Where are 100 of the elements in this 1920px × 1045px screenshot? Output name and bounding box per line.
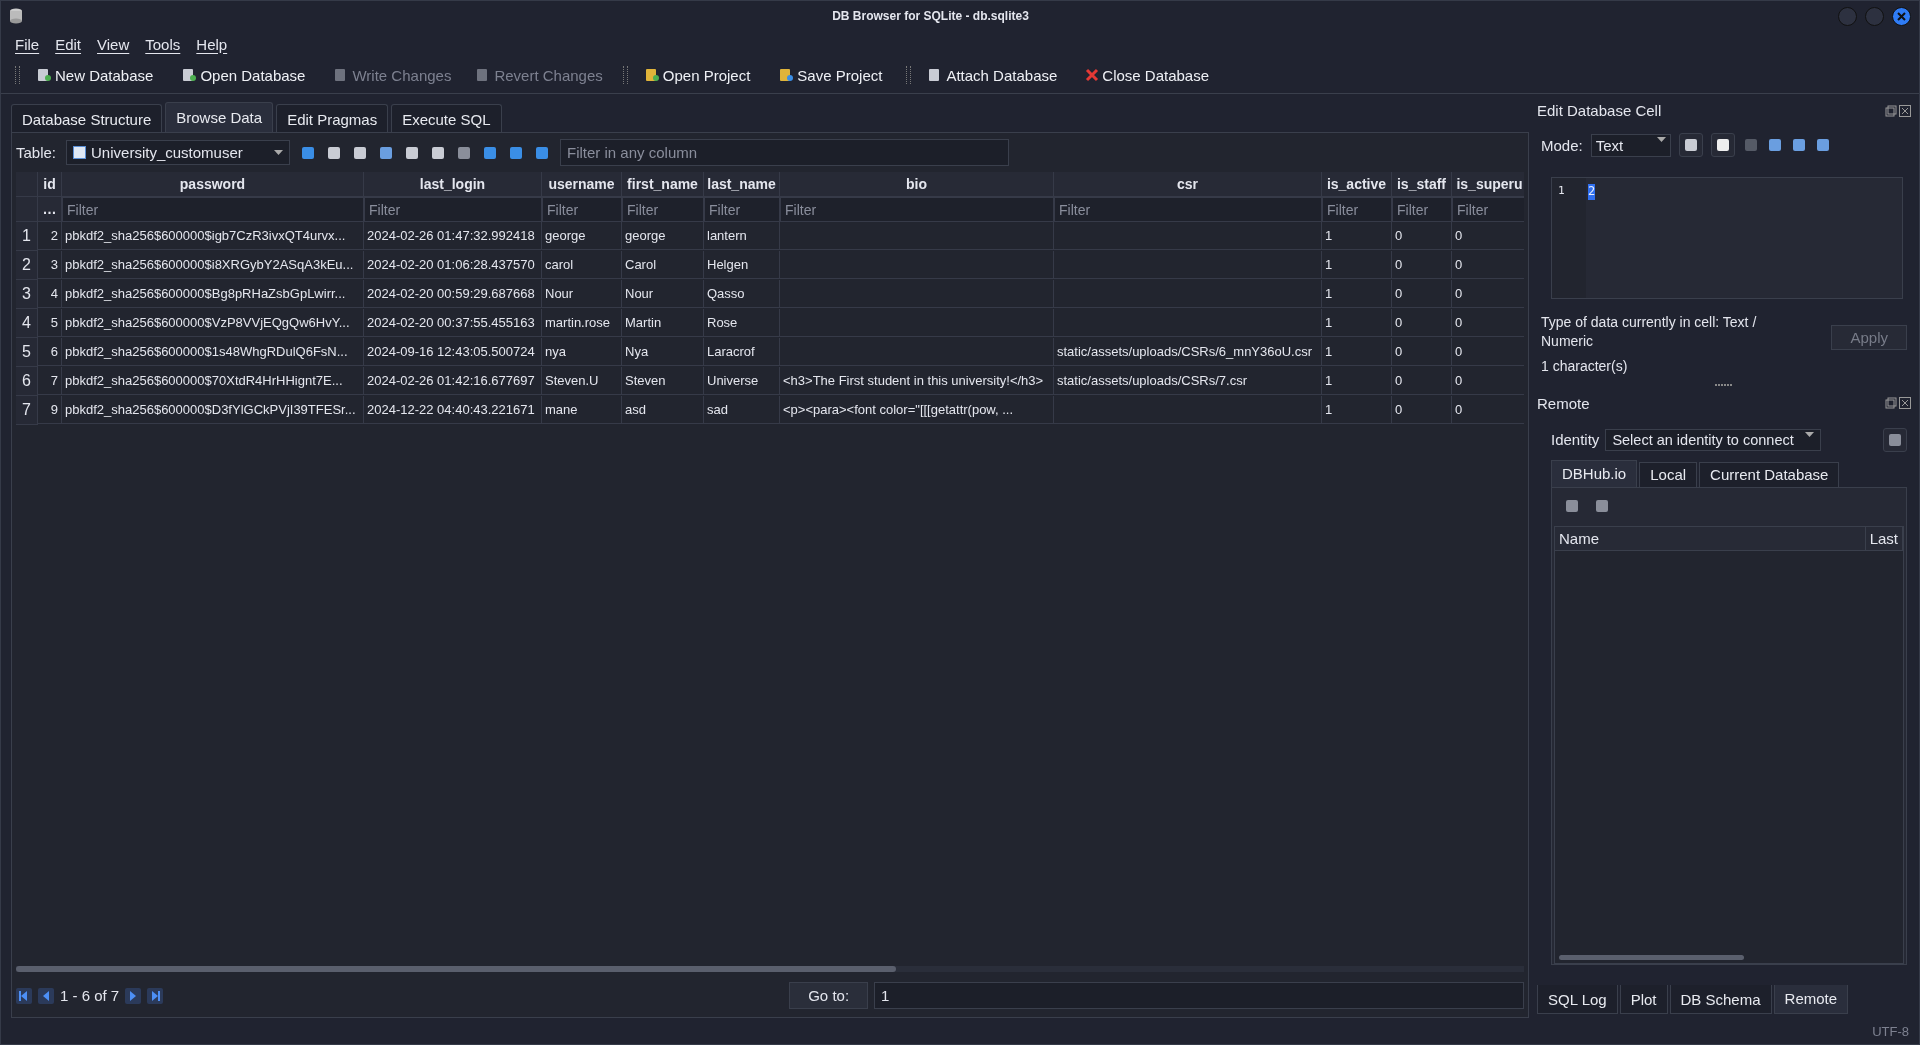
column-header[interactable]: is_superu bbox=[1452, 172, 1524, 197]
previous-page-button[interactable] bbox=[38, 987, 54, 1004]
mode-select[interactable]: Text bbox=[1590, 133, 1671, 157]
table-cell: martin.rose bbox=[542, 309, 622, 337]
table-cell: 0 bbox=[1452, 396, 1524, 424]
toolbar-button[interactable]: New Database bbox=[28, 63, 162, 87]
column-header[interactable]: username bbox=[542, 172, 622, 197]
window-title: DB Browser for SQLite - db.sqlite3 bbox=[831, 9, 1030, 23]
toolbar-button[interactable]: Open Database bbox=[173, 63, 314, 87]
toolbar-button[interactable]: Attach Database bbox=[919, 63, 1066, 87]
table-cell: 1 bbox=[1322, 251, 1392, 279]
toolbar-button[interactable]: Open Project bbox=[635, 63, 759, 87]
close-button[interactable] bbox=[1892, 6, 1911, 26]
menu-item[interactable]: Tools bbox=[139, 35, 187, 53]
table-cell: pbkdf2_sha256$600000$70XtdR4HrHHignt7E... bbox=[62, 367, 364, 395]
splitter-handle-icon[interactable] bbox=[1715, 383, 1733, 387]
menu-item[interactable]: File bbox=[9, 35, 46, 53]
table-cell: static/assets/uploads/CSRs/7.csr bbox=[1054, 367, 1322, 395]
table-select[interactable]: University_customuser bbox=[66, 140, 291, 165]
tab[interactable]: SQL Log bbox=[1537, 985, 1618, 1014]
column-filter-field[interactable]: Filter bbox=[1452, 197, 1524, 222]
selected-text: 2 bbox=[1588, 184, 1596, 200]
first-page-button[interactable] bbox=[16, 987, 32, 1004]
column-filter-field[interactable]: Filter bbox=[622, 197, 704, 222]
tab[interactable]: Edit Pragmas bbox=[276, 104, 389, 132]
id-filter[interactable]: … bbox=[38, 197, 62, 222]
table-cell: Carol bbox=[622, 251, 704, 279]
table-cell: 2024-02-20 01:06:28.437570 bbox=[364, 251, 542, 279]
column-header[interactable]: last_login bbox=[364, 172, 542, 197]
tab[interactable]: Local bbox=[1639, 461, 1698, 487]
tab[interactable]: Current Database bbox=[1699, 461, 1840, 487]
last-page-button[interactable] bbox=[147, 987, 164, 1004]
table-icon bbox=[73, 146, 87, 159]
column-filter-field[interactable]: Filter bbox=[542, 197, 622, 222]
tab[interactable]: Execute SQL bbox=[391, 104, 502, 132]
go-to-field[interactable]: 1 bbox=[874, 982, 1524, 1009]
toolbar-button[interactable]: Save Project bbox=[770, 63, 891, 87]
column-header[interactable]: Last bbox=[1865, 526, 1903, 551]
row-number[interactable]: 7 bbox=[16, 396, 38, 425]
table-cell: 5 bbox=[38, 309, 62, 337]
character-count: 1 character(s) bbox=[1541, 356, 1629, 376]
column-filter-field[interactable]: Filter bbox=[780, 197, 1054, 222]
table-cell: pbkdf2_sha256$600000$1s48WhgRDulQ6FsN... bbox=[62, 338, 364, 366]
column-header[interactable]: last_name bbox=[704, 172, 780, 197]
column-header[interactable]: password bbox=[62, 172, 364, 197]
page-range: 1 - 6 of 7 bbox=[60, 987, 120, 1004]
identity-label: Identity bbox=[1551, 431, 1600, 449]
row-number[interactable]: 6 bbox=[16, 367, 38, 396]
column-header[interactable]: is_staff bbox=[1392, 172, 1452, 197]
tab[interactable]: DBHub.io bbox=[1551, 459, 1638, 487]
cell-editor[interactable]: 1 2 bbox=[1551, 177, 1903, 299]
row-number[interactable]: 3 bbox=[16, 280, 38, 309]
column-filter-field[interactable]: Filter bbox=[1054, 197, 1322, 222]
menu-item[interactable]: Edit bbox=[49, 35, 88, 53]
last-page-icon bbox=[147, 987, 164, 1004]
column-header[interactable]: first_name bbox=[622, 172, 704, 197]
corner-filter bbox=[16, 197, 38, 222]
column-filter-field[interactable]: Filter bbox=[1322, 197, 1392, 222]
table-cell: mane bbox=[542, 396, 622, 424]
column-header[interactable]: csr bbox=[1054, 172, 1322, 197]
table-cell: Steven.U bbox=[542, 367, 622, 395]
close-icon[interactable] bbox=[1899, 397, 1911, 410]
table-cell: 1 bbox=[1322, 280, 1392, 308]
row-number[interactable]: 1 bbox=[16, 222, 38, 251]
column-header[interactable]: id bbox=[38, 172, 62, 197]
horizontal-scrollbar[interactable] bbox=[16, 966, 1524, 972]
table-cell: 0 bbox=[1452, 309, 1524, 337]
table-cell: pbkdf2_sha256$600000$Bg8pRHaZsbGpLwirr... bbox=[62, 280, 364, 308]
table-cell: 0 bbox=[1392, 251, 1452, 279]
row-number[interactable]: 5 bbox=[16, 338, 38, 367]
column-header[interactable]: Name bbox=[1555, 526, 1866, 551]
column-filter-field[interactable]: Filter bbox=[1392, 197, 1452, 222]
column-header[interactable]: bio bbox=[780, 172, 1054, 197]
row-number[interactable]: 2 bbox=[16, 251, 38, 280]
identity-select[interactable]: Select an identity to connect bbox=[1605, 428, 1822, 451]
table-cell: pbkdf2_sha256$600000$D3fYlGCkPVjI39TFESr... bbox=[62, 396, 364, 424]
row-number[interactable]: 4 bbox=[16, 309, 38, 338]
table-cell: Helgen bbox=[704, 251, 780, 279]
next-page-icon bbox=[125, 987, 142, 1004]
table-cell: 2024-02-20 00:37:55.455163 bbox=[364, 309, 542, 337]
column-filter-field[interactable]: Filter bbox=[364, 197, 542, 222]
tab[interactable]: Database Structure bbox=[11, 104, 163, 132]
tab[interactable]: Plot bbox=[1619, 985, 1668, 1014]
close-icon[interactable] bbox=[1899, 104, 1911, 117]
column-header[interactable]: is_active bbox=[1322, 172, 1392, 197]
column-filter-field[interactable]: Filter bbox=[704, 197, 780, 222]
float-icon[interactable] bbox=[1885, 104, 1897, 117]
tab[interactable]: Remote bbox=[1773, 985, 1849, 1014]
tab[interactable]: DB Schema bbox=[1669, 985, 1772, 1014]
column-filter-field[interactable]: Filter bbox=[62, 197, 364, 222]
filter-field[interactable]: Filter in any column bbox=[560, 139, 1010, 166]
tab[interactable]: Browse Data bbox=[165, 102, 274, 132]
menu-item[interactable]: View bbox=[91, 35, 136, 53]
float-icon[interactable] bbox=[1885, 397, 1897, 410]
table-cell: 2024-12-22 04:40:43.221671 bbox=[364, 396, 542, 424]
table-cell: 0 bbox=[1392, 396, 1452, 424]
next-page-button[interactable] bbox=[125, 987, 142, 1004]
menu-item[interactable]: Help bbox=[190, 35, 234, 53]
toolbar-button[interactable]: Close Database bbox=[1077, 63, 1218, 87]
horizontal-scrollbar[interactable] bbox=[1559, 955, 1744, 960]
